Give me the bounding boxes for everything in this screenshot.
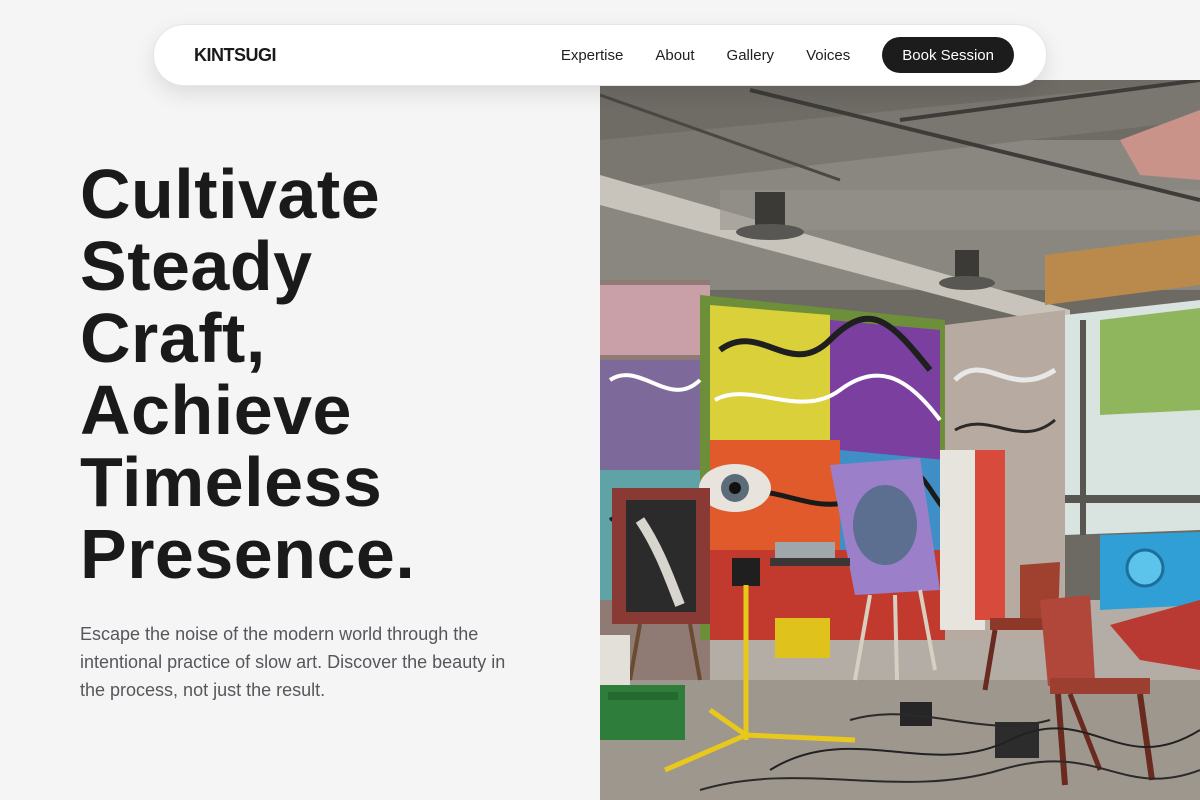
nav-link-gallery[interactable]: Gallery (727, 47, 775, 64)
hero-title-line: Craft, (80, 299, 266, 377)
main-navbar: KINTSUGI Expertise About Gallery Voices … (153, 24, 1047, 86)
hero-title: Cultivate Steady Craft, Achieve Timeless… (80, 158, 580, 590)
nav-link-voices[interactable]: Voices (806, 47, 850, 64)
nav-links: Expertise About Gallery Voices Book Sess… (561, 37, 1014, 73)
brand-logo[interactable]: KINTSUGI (194, 45, 277, 66)
hero-description: Escape the noise of the modern world thr… (80, 624, 506, 700)
hero-title-line: Presence. (80, 515, 416, 593)
hero-title-line: Achieve (80, 371, 352, 449)
landing-page: KINTSUGI Expertise About Gallery Voices … (0, 0, 1200, 800)
hero-section: Cultivate Steady Craft, Achieve Timeless… (80, 158, 580, 704)
hero-title-line: Cultivate (80, 155, 381, 233)
nav-link-about[interactable]: About (655, 47, 694, 64)
hero-title-line: Steady (80, 227, 313, 305)
book-session-button[interactable]: Book Session (882, 37, 1014, 73)
hero-studio-image (600, 80, 1200, 800)
hero-title-line: Timeless (80, 443, 383, 521)
nav-link-expertise[interactable]: Expertise (561, 47, 624, 64)
